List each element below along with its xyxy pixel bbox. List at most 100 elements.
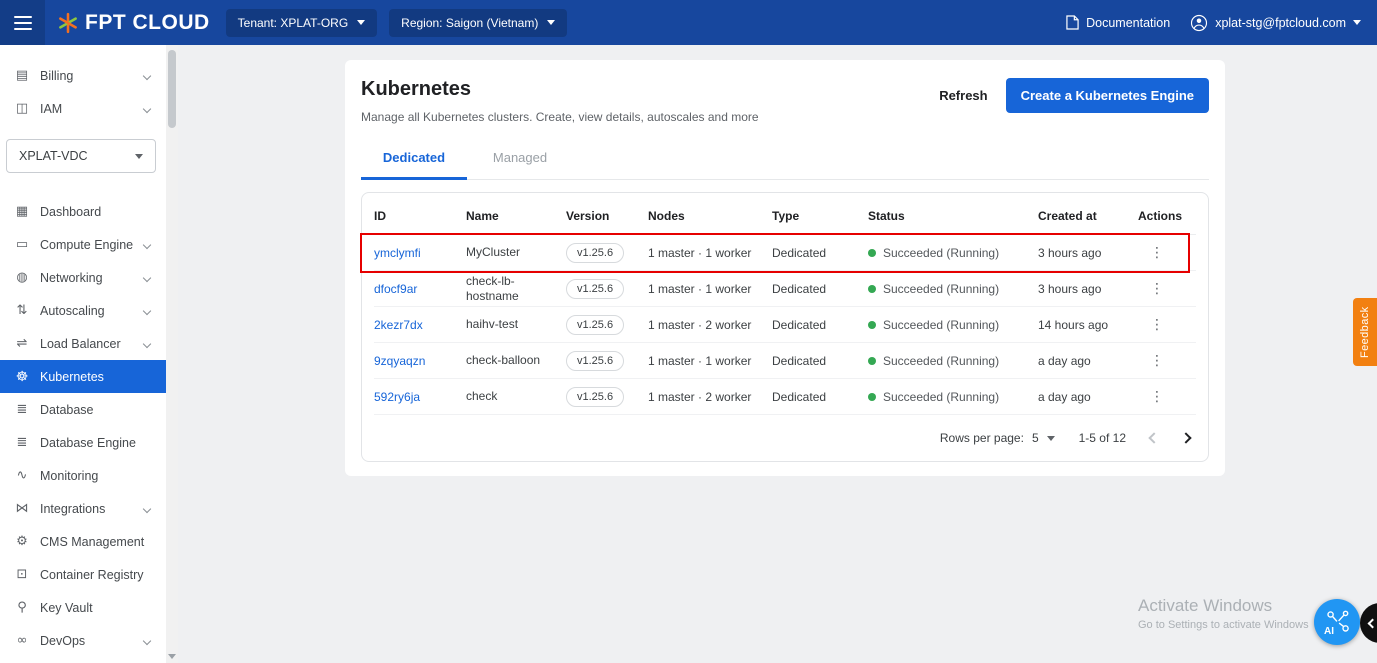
chevron-left-icon (1367, 618, 1377, 628)
sidebar-item-label: CMS Management (40, 534, 145, 549)
scrollbar-down-arrow[interactable] (168, 654, 176, 659)
sidebar-item-database[interactable]: Database (0, 393, 166, 426)
sidebar-item-integrations[interactable]: Integrations (0, 492, 166, 525)
iam-icon (13, 102, 31, 115)
cluster-nodes: 1 master · 2 worker (648, 317, 752, 332)
sidebar-item-iam[interactable]: IAM (0, 92, 166, 125)
cluster-id-link[interactable]: ymclymfi (374, 246, 421, 260)
load-balancer-icon (13, 337, 31, 350)
table-row[interactable]: ymclymfi MyCluster v1.25.6 1 master · 1 … (374, 235, 1196, 271)
cluster-id-link[interactable]: 9zqyaqzn (374, 354, 425, 368)
version-badge: v1.25.6 (566, 314, 625, 335)
status-dot (868, 248, 876, 257)
table-row[interactable]: 592ry6ja check v1.25.6 1 master · 2 work… (374, 379, 1196, 415)
row-actions-menu-icon[interactable] (1138, 245, 1164, 261)
tab-dedicated[interactable]: Dedicated (361, 140, 467, 180)
windows-activation-watermark: Activate Windows Go to Settings to activ… (1138, 596, 1309, 631)
caret-down-icon (1046, 435, 1055, 441)
cluster-status: Succeeded (Running) (883, 317, 1000, 332)
row-actions-menu-icon[interactable] (1138, 281, 1164, 297)
sidebar-item-kubernetes[interactable]: Kubernetes (0, 360, 166, 393)
row-actions-menu-icon[interactable] (1138, 317, 1164, 333)
tenant-selector[interactable]: Tenant: XPLAT-ORG (225, 8, 378, 37)
cluster-name: check (466, 389, 498, 403)
sidebar-item-load-balancer[interactable]: Load Balancer (0, 327, 166, 360)
table-row[interactable]: 9zqyaqzn check-balloon v1.25.6 1 master … (374, 343, 1196, 379)
main-content: Kubernetes Manage all Kubernetes cluster… (178, 45, 1377, 663)
rows-per-page-select[interactable]: Rows per page: 5 (940, 431, 1055, 445)
scrollbar-thumb[interactable] (168, 50, 176, 128)
sidebar-item-autoscaling[interactable]: Autoscaling (0, 294, 166, 327)
sidebar-item-devops[interactable]: DevOps (0, 624, 166, 657)
key-vault-icon (13, 601, 31, 614)
sidebar-item-container-registry[interactable]: Container Registry (0, 558, 166, 591)
database-icon (13, 403, 31, 416)
page-title: Kubernetes (361, 78, 472, 100)
version-badge: v1.25.6 (566, 242, 625, 263)
fpt-logo-star-icon (59, 12, 77, 33)
cluster-name: check-lb-hostname (466, 273, 519, 303)
rows-per-page-label: Rows per page: (939, 431, 1024, 445)
sidebar-item-cms-management[interactable]: CMS Management (0, 525, 166, 558)
vdc-select[interactable]: XPLAT-VDC (6, 139, 156, 173)
cluster-id-link[interactable]: 592ry6ja (374, 390, 420, 404)
cluster-type: Dedicated (772, 281, 827, 296)
sidebar-item-label: Load Balancer (40, 336, 121, 351)
cluster-nodes: 1 master · 1 worker (648, 281, 752, 296)
sidebar-item-label: Key Vault (40, 600, 93, 615)
create-kubernetes-button[interactable]: Create a Kubernetes Engine (1005, 78, 1209, 113)
clusters-table: ID Name Version Nodes Type Status Create… (360, 192, 1209, 462)
cluster-id-link[interactable]: 2kezr7dx (374, 318, 423, 332)
ai-assistant-button[interactable]: AI (1314, 599, 1360, 645)
cluster-id-link[interactable]: dfocf9ar (374, 282, 417, 296)
kubernetes-icon (13, 370, 31, 384)
status-dot (868, 320, 876, 329)
chevron-down-icon (142, 339, 152, 348)
col-header-name: Name (466, 208, 499, 223)
integrations-icon (13, 502, 31, 515)
sidebar-item-compute-engine[interactable]: Compute Engine (0, 228, 166, 261)
documentation-link[interactable]: Documentation (1066, 15, 1170, 30)
sidebar-item-database-engine[interactable]: Database Engine (0, 426, 166, 459)
ai-label: AI (1324, 626, 1334, 637)
feedback-tab[interactable]: Feedback (1353, 298, 1377, 366)
sidebar-item-key-vault[interactable]: Key Vault (0, 591, 166, 624)
sidebar-item-billing[interactable]: Billing (0, 59, 166, 92)
billing-icon (13, 69, 31, 82)
sidebar-item-label: Billing (40, 68, 74, 83)
table-header-row: ID Name Version Nodes Type Status Create… (374, 197, 1196, 235)
table-row[interactable]: 2kezr7dx haihv-test v1.25.6 1 master · 2… (374, 307, 1196, 343)
cluster-created-at: 3 hours ago (1038, 281, 1102, 296)
table-row[interactable]: dfocf9ar check-lb-hostname v1.25.6 1 mas… (374, 271, 1196, 307)
sidebar-item-networking[interactable]: Networking (0, 261, 166, 294)
version-badge: v1.25.6 (566, 386, 625, 407)
brand-name: FPT CLOUD (85, 10, 210, 34)
next-page-button[interactable] (1180, 432, 1192, 444)
sidebar-item-dashboard[interactable]: Dashboard (0, 195, 166, 228)
chevron-down-icon (142, 71, 152, 80)
chevron-down-icon (142, 636, 152, 645)
chevron-down-icon (142, 306, 152, 315)
refresh-button[interactable]: Refresh (939, 88, 987, 103)
row-actions-menu-icon[interactable] (1138, 389, 1164, 405)
watermark-line1: Activate Windows (1138, 596, 1273, 615)
cluster-name: haihv-test (466, 317, 519, 331)
cluster-created-at: 14 hours ago (1038, 317, 1109, 332)
region-selector[interactable]: Region: Saigon (Vietnam) (389, 8, 568, 37)
fpt-cloud-logo[interactable]: FPT CLOUD (45, 11, 226, 35)
caret-down-icon (1353, 20, 1361, 25)
sidebar-scrollbar[interactable] (166, 45, 178, 663)
user-avatar-icon (1191, 14, 1208, 31)
cluster-nodes: 1 master · 2 worker (648, 389, 752, 404)
caret-down-icon (357, 20, 366, 25)
col-header-nodes: Nodes (648, 208, 685, 223)
account-menu[interactable]: xplat-stg@fptcloud.com (1190, 14, 1361, 32)
tab-managed[interactable]: Managed (467, 140, 573, 180)
cluster-status: Succeeded (Running) (883, 353, 1000, 368)
menu-icon[interactable] (0, 0, 45, 45)
sidebar-item-monitoring[interactable]: Monitoring (0, 459, 166, 492)
sidebar-item-label: Database (40, 402, 94, 417)
monitoring-icon (13, 469, 31, 482)
prev-page-button[interactable] (1148, 432, 1160, 444)
row-actions-menu-icon[interactable] (1138, 353, 1164, 369)
